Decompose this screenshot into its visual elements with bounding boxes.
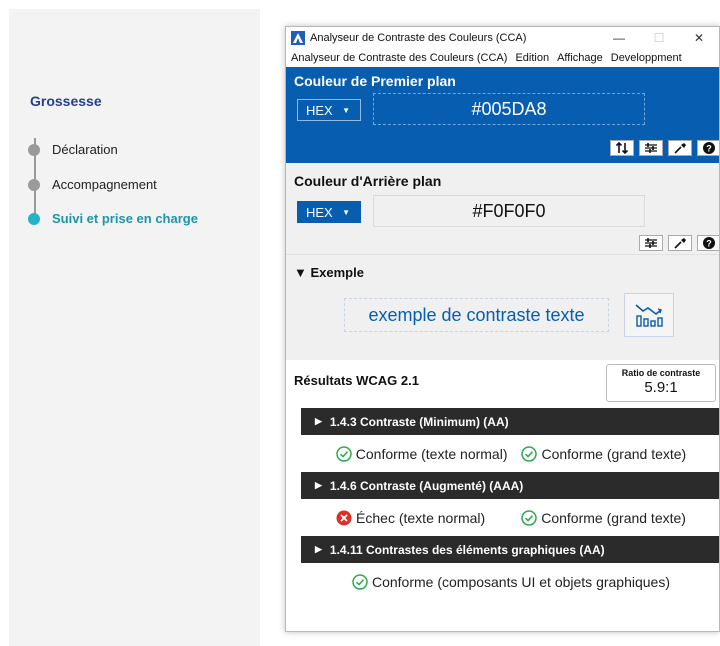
foreground-eyedropper-button[interactable] <box>668 140 692 156</box>
nav-step-label: Déclaration <box>52 142 118 157</box>
contrast-ratio-box: Ratio de contraste 5.9:1 <box>606 364 716 402</box>
eyedropper-icon <box>674 143 686 154</box>
background-format-select[interactable]: HEX ▼ <box>297 201 361 223</box>
criterion-1-4-6-results: Échec (texte normal) Conforme (grand tex… <box>301 505 719 531</box>
dropdown-arrow-icon: ▼ <box>342 207 350 217</box>
pass-check-icon <box>521 446 538 462</box>
foreground-heading: Couleur de Premier plan <box>294 73 456 89</box>
swap-icon <box>615 142 629 154</box>
background-eyedropper-button[interactable] <box>668 235 692 251</box>
maximize-button[interactable]: ☐ <box>639 31 679 45</box>
result-item: Conforme (composants UI et objets graphi… <box>352 574 670 590</box>
nav-step-label: Suivi et prise en charge <box>52 211 198 226</box>
nav-step-declaration[interactable]: Déclaration <box>28 142 118 157</box>
help-icon: ? <box>703 142 715 154</box>
cca-window: Analyseur de Contraste des Couleurs (CCA… <box>285 26 720 632</box>
menu-developpment[interactable]: Developpment <box>611 52 682 64</box>
expand-triangle-icon: ▶ <box>315 544 322 554</box>
criterion-1-4-3-toggle[interactable]: ▶ 1.4.3 Contraste (Minimum) (AA) <box>301 408 719 435</box>
page: Grossesse Déclaration Accompagnement Sui… <box>0 0 720 646</box>
foreground-sliders-button[interactable] <box>639 140 663 156</box>
fail-cross-icon <box>336 510 352 526</box>
svg-text:?: ? <box>706 239 712 249</box>
criterion-1-4-6-toggle[interactable]: ▶ 1.4.6 Contraste (Augmenté) (AAA) <box>301 472 719 499</box>
foreground-format-select[interactable]: HEX ▼ <box>297 99 361 121</box>
result-label: Conforme (composants UI et objets graphi… <box>371 574 671 590</box>
menu-app[interactable]: Analyseur de Contraste des Couleurs (CCA… <box>291 52 507 64</box>
window-title: Analyseur de Contraste des Couleurs (CCA… <box>310 32 527 44</box>
foreground-section: Couleur de Premier plan HEX ▼ #005DA8 ? <box>286 67 719 163</box>
nav-title: Grossesse <box>30 93 102 109</box>
close-button[interactable]: ✕ <box>679 31 719 45</box>
help-icon: ? <box>703 237 715 249</box>
format-value: HEX <box>306 204 333 220</box>
contrast-ratio-label: Ratio de contraste <box>621 368 701 378</box>
criterion-title: 1.4.6 Contraste (Augmenté) (AAA) <box>329 478 524 493</box>
pass-check-icon <box>521 510 537 526</box>
title-bar[interactable]: Analyseur de Contraste des Couleurs (CCA… <box>286 27 719 49</box>
expand-triangle-icon: ▶ <box>315 480 322 490</box>
nav-step-label: Accompagnement <box>52 177 157 192</box>
nav-step-accompagnement[interactable]: Accompagnement <box>28 177 157 192</box>
background-sliders-button[interactable] <box>639 235 663 251</box>
results-section: Résultats WCAG 2.1 Ratio de contraste 5.… <box>286 360 719 605</box>
criterion-title: 1.4.11 Contrastes des éléments graphique… <box>329 542 605 557</box>
foreground-hex-input[interactable]: #005DA8 <box>373 93 645 125</box>
eyedropper-icon <box>674 238 686 249</box>
example-toggle[interactable]: ▼ Exemple <box>294 265 364 280</box>
result-item: Conforme (grand texte) <box>521 510 686 526</box>
example-graphic-preview <box>624 293 674 337</box>
format-value: HEX <box>306 102 333 118</box>
criterion-1-4-11-results: Conforme (composants UI et objets graphi… <box>301 569 719 595</box>
criterion-1-4-3-results: Conforme (texte normal) Conforme (grand … <box>301 441 719 467</box>
criterion-title: 1.4.3 Contraste (Minimum) (AA) <box>329 414 509 429</box>
sliders-icon <box>645 238 657 248</box>
foreground-tools: ? <box>605 140 719 156</box>
result-label: Échec (texte normal) <box>356 510 486 526</box>
menu-edition[interactable]: Edition <box>515 52 549 64</box>
contrast-ratio-value: 5.9:1 <box>644 379 678 396</box>
menu-affichage[interactable]: Affichage <box>557 52 603 64</box>
step-dot-icon <box>28 143 40 156</box>
criterion-1-4-11-toggle[interactable]: ▶ 1.4.11 Contrastes des éléments graphiq… <box>301 536 719 563</box>
result-item: Conforme (grand texte) <box>521 446 686 462</box>
svg-text:?: ? <box>706 144 712 154</box>
pass-check-icon <box>336 446 352 462</box>
result-label: Conforme (texte normal) <box>355 446 508 462</box>
background-help-button[interactable]: ? <box>697 235 719 251</box>
app-logo-icon <box>291 31 305 45</box>
step-dot-active-icon <box>28 212 40 225</box>
result-item: Conforme (texte normal) <box>336 446 508 462</box>
result-label: Conforme (grand texte) <box>541 446 687 462</box>
example-text-preview: exemple de contraste texte <box>344 298 609 332</box>
background-heading: Couleur d'Arrière plan <box>294 173 442 189</box>
results-heading: Résultats WCAG 2.1 <box>294 373 419 388</box>
result-item: Échec (texte normal) <box>336 510 485 526</box>
result-label: Conforme (grand texte) <box>541 510 686 526</box>
dropdown-arrow-icon: ▼ <box>342 105 350 115</box>
menu-bar: Analyseur de Contraste des Couleurs (CCA… <box>286 49 719 67</box>
minimize-button[interactable]: — <box>599 31 639 45</box>
background-section: Couleur d'Arrière plan HEX ▼ #F0F0F0 ? <box>286 163 719 255</box>
background-hex-input[interactable]: #F0F0F0 <box>373 195 645 227</box>
step-dot-icon <box>28 178 40 191</box>
nav-step-suivi[interactable]: Suivi et prise en charge <box>28 211 198 226</box>
example-section: ▼ Exemple exemple de contraste texte <box>286 255 719 360</box>
pass-check-icon <box>352 574 368 590</box>
sliders-icon <box>645 143 657 153</box>
background-tools: ? <box>634 235 719 251</box>
swap-colors-button[interactable] <box>610 140 634 156</box>
expand-triangle-icon: ▶ <box>315 416 322 426</box>
foreground-help-button[interactable]: ? <box>697 140 719 156</box>
chart-icon <box>635 304 663 327</box>
